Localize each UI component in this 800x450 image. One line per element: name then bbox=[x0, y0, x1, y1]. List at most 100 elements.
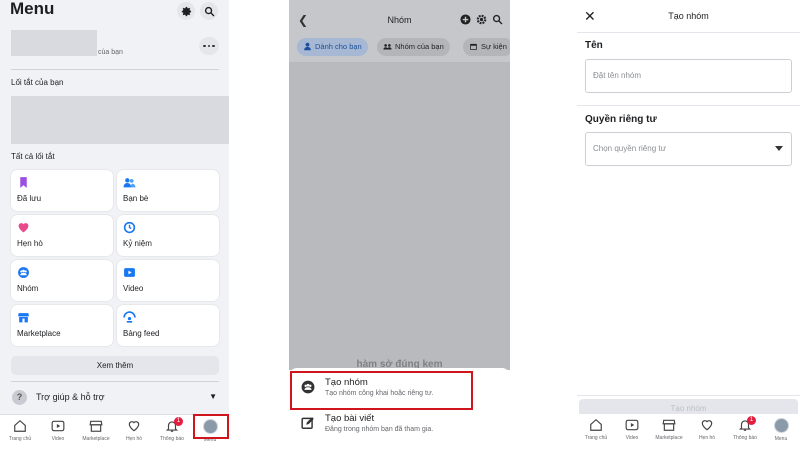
nav-label: Hẹn hò bbox=[125, 436, 143, 442]
chip-events[interactable]: Sự kiện bbox=[463, 38, 510, 56]
nav-home[interactable]: Trang chủ bbox=[1, 419, 39, 442]
tile-label: Bảng feed bbox=[123, 329, 160, 338]
more-options-button[interactable] bbox=[199, 37, 219, 55]
name-label: Tên bbox=[585, 40, 603, 51]
nav-marketplace[interactable]: Marketplace bbox=[77, 419, 115, 442]
nav-marketplace[interactable]: Marketplace bbox=[650, 418, 688, 441]
see-more-button[interactable]: Xem thêm bbox=[11, 356, 219, 375]
nav-notifications[interactable]: 1 Thông báo bbox=[726, 416, 764, 441]
heart-icon bbox=[701, 420, 713, 431]
help-support-row[interactable]: ? Trợ giúp & hỗ trợ ▼ bbox=[11, 389, 219, 407]
tile-dating[interactable]: Hẹn hò bbox=[11, 215, 113, 256]
nav-label: Trang chủ bbox=[584, 435, 608, 441]
tile-label: Nhóm bbox=[17, 284, 39, 293]
privacy-select[interactable]: Chọn quyền riêng tư bbox=[585, 132, 792, 166]
name-placeholder: Đặt tên nhóm bbox=[593, 71, 642, 80]
plus-circle-icon[interactable] bbox=[460, 14, 471, 25]
chip-for-you[interactable]: Dành cho bạn bbox=[297, 38, 368, 56]
nav-video[interactable]: Video bbox=[39, 419, 77, 442]
page-title: Tạo nhóm bbox=[668, 11, 709, 21]
feed-icon bbox=[123, 311, 136, 323]
chip-label: Dành cho bạn bbox=[315, 42, 362, 51]
nav-label: Thông báo bbox=[160, 436, 184, 442]
tile-video[interactable]: Video bbox=[117, 260, 219, 301]
settings-button[interactable] bbox=[177, 2, 195, 20]
tile-saved[interactable]: Đã lưu bbox=[11, 170, 113, 211]
video-icon bbox=[625, 419, 639, 431]
nav-label: Thông báo bbox=[733, 435, 757, 441]
tile-marketplace[interactable]: Marketplace bbox=[11, 305, 113, 346]
tile-label: Hẹn hò bbox=[17, 239, 43, 248]
nav-label: Trang chủ bbox=[8, 436, 32, 442]
search-button[interactable] bbox=[200, 2, 218, 20]
groups-screen: ❮ Nhóm Dành cho bạn Nhóm của bạn Sự kiện… bbox=[289, 0, 510, 450]
gear-icon bbox=[181, 6, 191, 16]
nav-label: Marketplace bbox=[655, 435, 683, 441]
tile-groups[interactable]: Nhóm bbox=[11, 260, 113, 301]
avatar bbox=[773, 418, 789, 433]
friends-icon bbox=[123, 178, 136, 188]
shop-icon bbox=[662, 419, 676, 431]
create-group-screen: ✕ Tạo nhóm Tên Đặt tên nhóm Quyền riêng … bbox=[577, 0, 800, 450]
divider bbox=[577, 105, 800, 106]
nav-video[interactable]: Video bbox=[613, 418, 651, 441]
page-title: Menu bbox=[10, 0, 55, 18]
highlight-create-group bbox=[290, 371, 473, 410]
video-icon bbox=[51, 420, 65, 432]
caret-down-icon bbox=[775, 146, 783, 151]
person-icon bbox=[304, 42, 311, 51]
tile-feeds[interactable]: Bảng feed bbox=[117, 305, 219, 346]
nav-dating[interactable]: Hẹn hò bbox=[115, 419, 153, 442]
create-post-option[interactable]: Tạo bài viết Đăng trong nhóm bạn đã tham… bbox=[298, 410, 498, 440]
gear-icon[interactable] bbox=[476, 14, 487, 25]
profile-name-redacted[interactable] bbox=[11, 30, 97, 56]
question-icon: ? bbox=[12, 390, 27, 405]
privacy-label: Quyền riêng tư bbox=[585, 114, 657, 125]
tile-label: Đã lưu bbox=[17, 194, 42, 203]
chip-label: Nhóm của bạn bbox=[395, 42, 444, 51]
nav-label: Menu bbox=[774, 436, 788, 442]
nav-label: Video bbox=[625, 435, 639, 441]
nav-label: Hẹn hò bbox=[698, 435, 716, 441]
edit-icon bbox=[301, 417, 314, 429]
shop-icon bbox=[89, 420, 103, 432]
nav-notifications[interactable]: 1 Thông báo bbox=[153, 417, 191, 442]
privacy-placeholder: Chọn quyền riêng tư bbox=[593, 144, 666, 153]
chip-your-groups[interactable]: Nhóm của bạn bbox=[377, 38, 450, 56]
nav-menu[interactable]: Menu bbox=[762, 418, 800, 442]
search-icon[interactable] bbox=[492, 14, 503, 25]
calendar-icon bbox=[470, 43, 477, 50]
groups-header: ❮ Nhóm Dành cho bạn Nhóm của bạn Sự kiện bbox=[289, 0, 510, 62]
nav-home[interactable]: Trang chủ bbox=[577, 418, 615, 441]
highlight-menu-tab bbox=[193, 414, 229, 439]
all-shortcuts-label: Tất cả lối tắt bbox=[11, 152, 55, 161]
divider bbox=[577, 32, 800, 33]
chip-label: Sự kiện bbox=[481, 42, 507, 51]
heart-icon bbox=[18, 223, 29, 233]
groups-icon bbox=[383, 44, 392, 50]
group-name-input[interactable]: Đặt tên nhóm bbox=[585, 59, 792, 93]
nav-dating[interactable]: Hẹn hò bbox=[688, 418, 726, 441]
option-title: Tạo bài viết bbox=[325, 413, 375, 424]
divider bbox=[11, 69, 219, 70]
heart-icon bbox=[128, 421, 140, 432]
tile-memories[interactable]: Kỷ niệm bbox=[117, 215, 219, 256]
tile-friends[interactable]: Bạn bè bbox=[117, 170, 219, 211]
tile-label: Kỷ niệm bbox=[123, 239, 152, 248]
chevron-down-icon: ▼ bbox=[209, 392, 217, 401]
shortcuts-redacted[interactable] bbox=[11, 96, 229, 144]
notification-badge: 1 bbox=[747, 416, 756, 425]
video-icon bbox=[124, 268, 135, 277]
nav-label: Marketplace bbox=[82, 436, 110, 442]
divider bbox=[11, 381, 219, 382]
tile-label: Video bbox=[123, 284, 144, 293]
dimmed-overlay[interactable] bbox=[289, 62, 510, 370]
help-label: Trợ giúp & hỗ trợ bbox=[36, 392, 105, 402]
header-actions bbox=[460, 14, 503, 25]
search-icon bbox=[204, 6, 214, 16]
groups-icon bbox=[18, 267, 29, 278]
tile-label: Bạn bè bbox=[123, 194, 149, 203]
menu-header: Menu bbox=[10, 0, 220, 22]
menu-screen: Menu cùa bạn Lối tắt của bạn Tất cả lối … bbox=[0, 0, 229, 450]
shortcuts-label: Lối tắt của bạn bbox=[11, 78, 64, 87]
